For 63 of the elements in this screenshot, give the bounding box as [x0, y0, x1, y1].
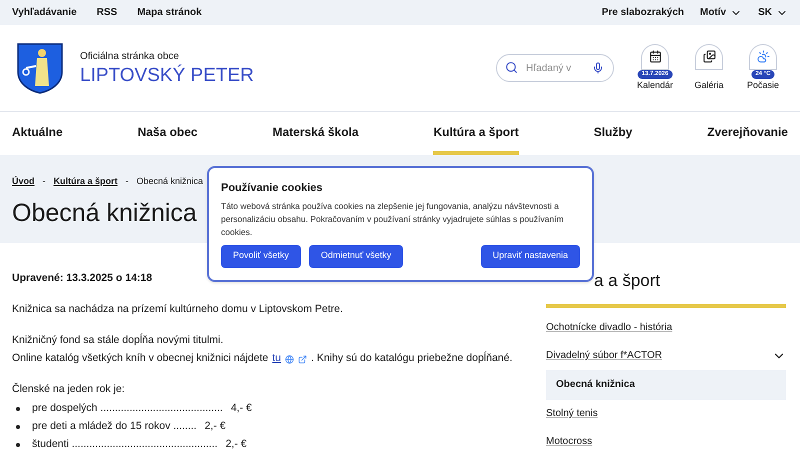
quick-link-label: Počasie — [746, 78, 780, 92]
microphone-icon — [592, 62, 604, 74]
dialog-title: Používanie cookies — [221, 181, 324, 196]
sidebar-item[interactable]: Stolný tenis — [546, 400, 786, 428]
catalog-link[interactable]: tu — [272, 351, 281, 367]
fee-label: študenti .................................................. — [32, 436, 218, 450]
cookie-button[interactable]: Upraviť nastavenia — [480, 244, 580, 268]
coat-of-arms-drawing — [16, 42, 64, 94]
quick-link-button[interactable] — [641, 44, 669, 70]
breadcrumb-item[interactable]: Kultúra a šport — [54, 175, 118, 188]
breadcrumb-item[interactable]: Úvod — [12, 175, 34, 188]
bullet — [16, 406, 20, 411]
paragraph: Knižnica sa nachádza na prízemí kultúrneho domu v Liptovskom Petre. — [12, 302, 344, 317]
fee-price: 2,- € — [226, 436, 247, 450]
search-field[interactable]: Hľadaný v — [496, 54, 614, 82]
sidebar-item[interactable]: Obecná knižnica — [546, 370, 786, 400]
top-link[interactable]: Mapa stránok — [137, 5, 202, 20]
external-link-icon — [298, 354, 307, 364]
breadcrumb-item[interactable]: Obecná knižnica — [136, 175, 204, 188]
fee-price: 4,- € — [230, 400, 252, 416]
fee-price: 2,- € — [204, 418, 226, 434]
top-link[interactable]: SK — [758, 5, 788, 20]
bullet — [16, 424, 20, 429]
sidebar-item[interactable]: Ochotnícke divadlo - história — [546, 314, 786, 342]
globe-icon — [285, 354, 294, 364]
search-icon — [505, 61, 518, 74]
top-link[interactable]: RSS — [96, 5, 118, 20]
calendar-icon — [648, 50, 662, 64]
top-link[interactable]: Motív — [700, 5, 742, 20]
nav-tab[interactable]: Aktuálne — [12, 112, 63, 155]
sidebar-item[interactable]: Motocross — [546, 428, 786, 450]
site-subtitle: Oficiálna stránka obce — [80, 50, 180, 64]
quick-link-label: Galéria — [694, 78, 724, 92]
top-link[interactable]: Vyhľadávanie — [12, 5, 77, 20]
paragraph: Knižničný fond sa stále dopĺňa novými titulmi. — [12, 332, 224, 348]
sidebar-item-label: Stolný tenis — [546, 407, 598, 421]
fee-label: pre dospelých .......................................... — [32, 400, 223, 416]
cloud-sun-icon — [756, 50, 770, 64]
updated-date: Upravené: 13.3.2025 o 14:18 — [12, 271, 154, 286]
cookie-button[interactable]: Povoliť všetky — [221, 244, 301, 268]
nav-tab[interactable]: Materská škola — [272, 112, 359, 155]
sidebar-item-label: Divadelný súbor f*ACTOR — [546, 349, 662, 363]
fee-label: pre deti a mládež do 15 rokov ........ — [32, 418, 197, 434]
quick-link-label: Kalendár — [636, 78, 674, 92]
bullet — [16, 442, 20, 447]
sidebar-item[interactable]: Divadelný súbor f*ACTOR — [546, 342, 786, 370]
page-title: Obecná knižnica — [12, 198, 197, 228]
nav-tab[interactable]: Naša obec — [138, 112, 198, 155]
breadcrumb-separator: - — [126, 175, 129, 188]
quick-link-button[interactable] — [695, 44, 723, 70]
sidebar-item-label: Ochotnícke divadlo - história — [546, 321, 672, 335]
paragraph: Online katalóg všetkých kníh v obecnej knižnici nájdete tu . Knihy sú do katalógu priebežne dopĺňané. — [12, 351, 532, 367]
nav-tab[interactable]: Služby — [594, 112, 632, 155]
sidebar-item-label: Motocross — [546, 435, 592, 449]
site-title: LIPTOVSKÝ PETER — [80, 64, 254, 88]
fees-title: Členské na jeden rok je: — [12, 382, 126, 397]
cookie-button[interactable]: Odmietnuť všetky — [308, 244, 404, 268]
top-link[interactable]: Pre slabozrakých — [602, 5, 684, 20]
dialog-text: Táto webová stránka používa cookies na zlepšenie jej fungovania, analýzu návštevnosti a personalizáciu obsahu. Pokračovaním v používaní stránky vyjadrujete súhlas s používaním cookies. — [221, 200, 565, 238]
nav-tab[interactable]: Zverejňovanie — [707, 112, 788, 155]
images-icon — [702, 50, 716, 64]
sidebar-item-label: Obecná knižnica — [556, 378, 635, 392]
breadcrumb-separator: - — [42, 175, 46, 188]
